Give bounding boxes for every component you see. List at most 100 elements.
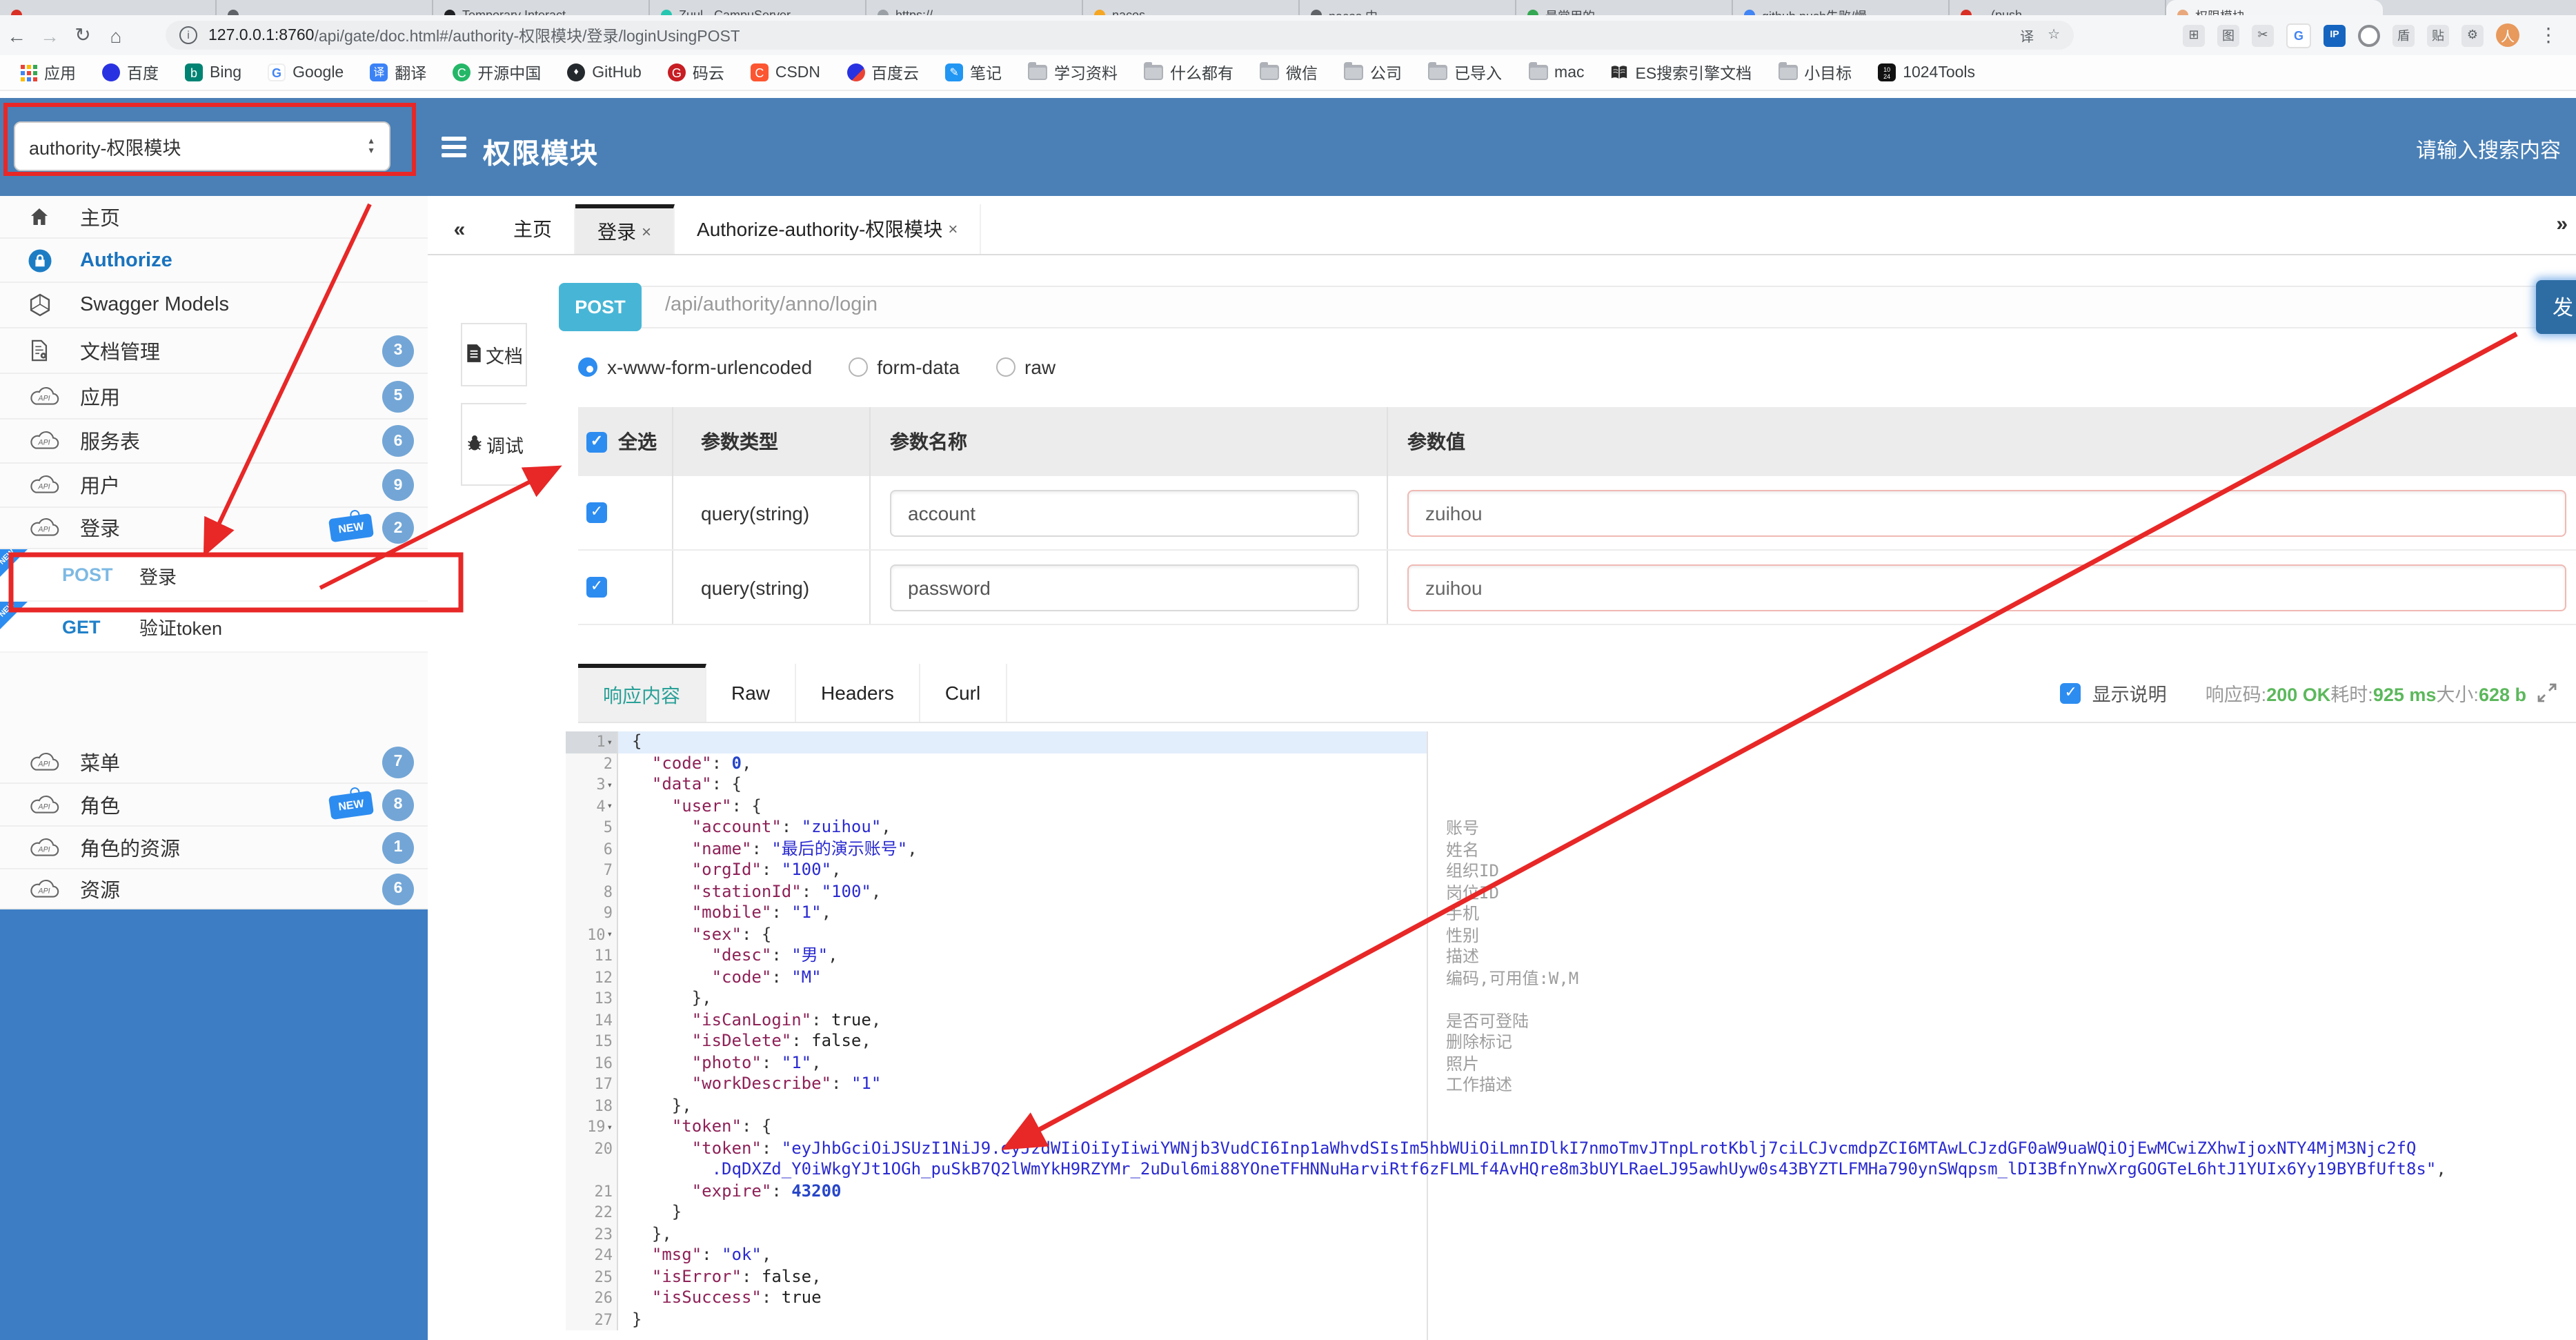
param-value-input[interactable] <box>1407 564 2566 611</box>
bookmark-item[interactable]: 微信 <box>1260 61 1318 83</box>
code-line[interactable]: 9 "mobile": "1", 手机 <box>566 903 2576 924</box>
sidebar-item-3[interactable]: 文档管理 3 <box>0 328 428 374</box>
sidebar-item-authorize[interactable]: Authorize <box>0 239 428 283</box>
bookmark-item[interactable]: 小目标 <box>1778 61 1852 83</box>
bookmark-item[interactable]: 10 24 1024Tools <box>1878 63 1975 81</box>
radio-unselected-icon[interactable] <box>848 357 868 377</box>
fold-caret-icon[interactable]: ▾ <box>607 780 613 791</box>
code-line[interactable]: 5 "account": "zuihou", 账号 <box>566 817 2576 838</box>
code-line[interactable]: 15 "isDelete": false, 删除标记 <box>566 1031 2576 1052</box>
code-line[interactable]: 3 ▾ "data": { <box>566 774 2576 796</box>
code-line[interactable]: 26 "isSuccess": true <box>566 1288 2576 1309</box>
browser-tab[interactable]: Zuul - CampuServer… <box>650 0 866 15</box>
fold-caret-icon[interactable]: ▾ <box>607 929 613 940</box>
send-button[interactable]: 发送 <box>2536 280 2576 334</box>
profile-avatar[interactable]: 人 <box>2496 23 2519 47</box>
code-line[interactable]: 2 "code": 0, <box>566 753 2576 774</box>
circle-extension-icon[interactable] <box>2358 24 2380 46</box>
checkbox-checked-icon[interactable]: ✓ <box>586 502 607 523</box>
browser-tab[interactable] <box>0 0 217 15</box>
module-select[interactable]: authority-权限模块 ▲ ▼ <box>14 121 390 171</box>
close-tab-icon[interactable]: × <box>642 221 651 241</box>
ip-extension-icon[interactable]: IP <box>2324 24 2346 46</box>
code-line[interactable]: 11 "desc": "男", 描述 <box>566 945 2576 967</box>
code-line[interactable]: 19 ▾ "token": { <box>566 1116 2576 1138</box>
sidebar-item-bottom-1[interactable]: API 角色 NEW 8 <box>0 784 428 827</box>
bookmark-item[interactable]: G Google <box>268 63 344 81</box>
param-name-input[interactable] <box>890 489 1359 536</box>
browser-tab[interactable]: …(push… <box>1950 0 2166 15</box>
checkbox-checked-icon[interactable]: ✓ <box>2060 682 2081 703</box>
reload-icon[interactable]: ↻ <box>66 23 99 47</box>
bookmark-item[interactable]: 已导入 <box>1428 61 1502 83</box>
browser-tab[interactable]: nacos <box>1083 0 1300 15</box>
code-line[interactable]: 16 "photo": "1", 照片 <box>566 1052 2576 1074</box>
expand-icon[interactable] <box>2537 683 2557 702</box>
sidebar-item-bottom-2[interactable]: API 角色的资源 1 <box>0 827 428 869</box>
bookmark-item[interactable]: 译翻译 <box>370 61 426 83</box>
bookmark-item[interactable]: 公司 <box>1344 61 1402 83</box>
sidebar-item-5[interactable]: API 服务表 6 <box>0 420 428 464</box>
header-search-input[interactable]: 请输入搜索内容 <box>2416 135 2561 164</box>
bookmark-item[interactable]: 百度 <box>102 61 159 83</box>
browser-tab[interactable]: Temporary Interact… <box>433 0 650 15</box>
bookmark-item[interactable]: 百度云 <box>846 61 919 83</box>
content-type-option[interactable]: form-data <box>848 356 960 378</box>
radio-unselected-icon[interactable] <box>995 357 1015 377</box>
code-line[interactable]: 10 ▾ "sex": {性别 <box>566 924 2576 945</box>
close-tab-icon[interactable]: × <box>948 219 958 239</box>
code-line[interactable]: 7 "orgId": "100", 组织ID <box>566 860 2576 881</box>
workspace-tab[interactable]: 登录 × <box>575 204 675 254</box>
browser-tab[interactable]: nacos 中… <box>1300 0 1516 15</box>
code-line[interactable]: 6 "name": "最后的演示账号", 姓名 <box>566 838 2576 860</box>
response-tab-curl[interactable]: Curl <box>920 664 1007 722</box>
sidebar-endpoint-post[interactable]: NEW POST 登录 <box>0 549 428 602</box>
code-line[interactable]: 17 "workDescribe": "1" 工作描述 <box>566 1074 2576 1095</box>
browser-menu-icon[interactable]: ⋮ <box>2532 23 2565 47</box>
sidebar-item-7[interactable]: API 登录 NEW 2 <box>0 508 428 549</box>
workspace-tab[interactable]: Authorize-authority-权限模块 × <box>675 204 982 254</box>
bookmark-item[interactable]: ✎ 笔记 <box>945 61 1002 83</box>
workspace-tab[interactable]: 主页 <box>491 204 575 254</box>
sidebar-item-bottom-0[interactable]: API 菜单 7 <box>0 741 428 784</box>
browser-tab[interactable]: 最常用的… <box>1516 0 1733 15</box>
sidebar-item-bottom-3[interactable]: API 资源 6 <box>0 869 428 909</box>
sidebar-item-2[interactable]: Swagger Models <box>0 283 428 328</box>
sidebar-item-0[interactable]: 主页 <box>0 196 428 239</box>
collapse-sidebar-icon[interactable]: « <box>428 204 491 254</box>
site-info-icon[interactable]: i <box>179 26 197 44</box>
google-extension-icon[interactable]: G <box>2286 23 2311 48</box>
tab-document[interactable]: 文档 <box>461 323 527 386</box>
tab-debug[interactable]: 调试 <box>461 403 527 486</box>
code-line[interactable]: 23 }, <box>566 1223 2576 1245</box>
browser-tab[interactable]: 权限模块 <box>2166 0 2383 15</box>
code-line[interactable]: 27} <box>566 1309 2576 1330</box>
forward-icon[interactable]: → <box>33 24 66 46</box>
code-line[interactable]: 18 }, <box>566 1095 2576 1116</box>
code-line[interactable]: 1 ▾ { <box>566 731 2576 753</box>
pin-extension-icon[interactable]: 贴 <box>2427 24 2449 46</box>
puzzle-extension-icon[interactable]: ⚙ <box>2461 24 2484 46</box>
code-line[interactable]: 8 "stationId": "100", 岗位ID <box>566 881 2576 903</box>
code-line[interactable]: 4 ▾ "user": { <box>566 796 2576 817</box>
bookmark-item[interactable]: 学习资料 <box>1028 61 1118 83</box>
code-line[interactable]: 14 "isCanLogin": true, 是否可登陆 <box>566 1009 2576 1031</box>
browser-tab[interactable]: github push失败/慢… <box>1733 0 1950 15</box>
bookmark-item[interactable]: 什么都有 <box>1144 61 1233 83</box>
sidebar-endpoint-get[interactable]: NEW GET 验证token <box>0 601 428 653</box>
code-line[interactable]: 13 }, <box>566 988 2576 1009</box>
checkbox-checked-icon[interactable]: ✓ <box>586 431 607 452</box>
code-line[interactable]: 22 } <box>566 1202 2576 1223</box>
bookmark-item[interactable]: C CSDN <box>750 63 820 81</box>
code-line[interactable]: .DqDXZd_Y0iWkgYJt1OGh_puSkB7Q2lWmYkH9RZY… <box>566 1159 2576 1181</box>
code-line[interactable]: 25 "isError": false, <box>566 1266 2576 1288</box>
param-name-input[interactable] <box>890 564 1359 611</box>
bookmark-item[interactable]: b Bing <box>185 63 241 81</box>
bookmark-item[interactable]: ES搜索引擎文档 <box>1611 61 1752 83</box>
code-line[interactable]: 21 "expire": 43200 <box>566 1181 2576 1202</box>
bookmark-item[interactable]: C 开源中国 <box>453 61 541 83</box>
browser-tab[interactable] <box>217 0 433 15</box>
content-type-option[interactable]: raw <box>995 356 1056 378</box>
bookmark-item[interactable]: ♦ GitHub <box>567 63 642 81</box>
fold-caret-icon[interactable]: ▾ <box>607 1122 613 1133</box>
